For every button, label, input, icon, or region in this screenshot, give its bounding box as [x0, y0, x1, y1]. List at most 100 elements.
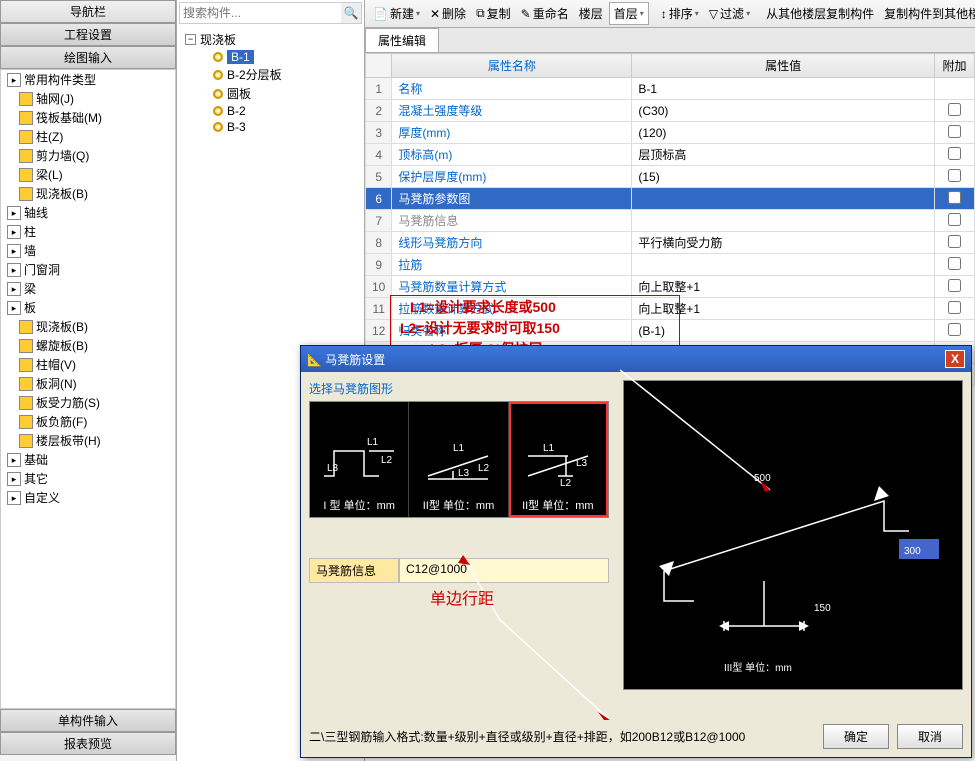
extra-checkbox[interactable] — [948, 213, 961, 226]
copy-button[interactable]: ⧉复制 — [472, 3, 515, 24]
property-value[interactable]: (C30) — [632, 100, 935, 122]
tree-item[interactable]: 柱(Z) — [1, 127, 175, 146]
draw-input-header[interactable]: 绘图输入 — [0, 46, 176, 69]
dialog-titlebar[interactable]: 📐 马凳筋设置 X — [301, 346, 971, 372]
cancel-button[interactable]: 取消 — [897, 724, 963, 749]
property-row[interactable]: 3厚度(mm)(120) — [366, 122, 975, 144]
tree-item[interactable]: 筏板基础(M) — [1, 108, 175, 127]
property-row[interactable]: 1名称B-1 — [366, 78, 975, 100]
extra-checkbox[interactable] — [948, 301, 961, 314]
extra-checkbox[interactable] — [948, 147, 961, 160]
row-number: 9 — [366, 254, 392, 276]
tree-item[interactable]: 现浇板(B) — [1, 317, 175, 336]
tree-item[interactable]: ▸墙 — [1, 241, 175, 260]
tree-item-label: 梁(L) — [36, 166, 63, 183]
property-value[interactable]: 平行横向受力筋 — [632, 232, 935, 254]
extra-checkbox[interactable] — [948, 191, 961, 204]
extra-checkbox[interactable] — [948, 323, 961, 336]
property-value[interactable]: 向上取整+1 — [632, 276, 935, 298]
property-value[interactable] — [632, 254, 935, 276]
tree-item[interactable]: ▸门窗洞 — [1, 260, 175, 279]
extra-checkbox[interactable] — [948, 257, 961, 270]
property-row[interactable]: 10马凳筋数量计算方式向上取整+1 — [366, 276, 975, 298]
property-row[interactable]: 7马凳筋信息 — [366, 210, 975, 232]
property-row[interactable]: 4顶标高(m)层顶标高 — [366, 144, 975, 166]
extra-checkbox[interactable] — [948, 103, 961, 116]
property-value[interactable] — [632, 210, 935, 232]
project-settings-header[interactable]: 工程设置 — [0, 23, 176, 46]
nav-header[interactable]: 导航栏 — [0, 0, 176, 23]
tree-item[interactable]: ▸基础 — [1, 450, 175, 469]
search-button[interactable]: 🔍 — [341, 3, 361, 23]
shape-type-2[interactable]: L1L3L2 II型 单位：mm — [409, 402, 508, 517]
tree-item[interactable]: 楼层板带(H) — [1, 431, 175, 450]
tree-item[interactable]: 柱帽(V) — [1, 355, 175, 374]
extra-checkbox[interactable] — [948, 279, 961, 292]
extra-checkbox[interactable] — [948, 169, 961, 182]
new-button[interactable]: 📄新建▾ — [369, 3, 424, 24]
shape-type-3[interactable]: L1L3L2 II型 单位：mm — [509, 402, 608, 517]
ok-button[interactable]: 确定 — [823, 724, 889, 749]
tree-item[interactable]: 轴网(J) — [1, 89, 175, 108]
property-row[interactable]: 5保护层厚度(mm)(15) — [366, 166, 975, 188]
single-component-header[interactable]: 单构件输入 — [0, 709, 176, 732]
property-value[interactable]: (15) — [632, 166, 935, 188]
copy-to-button[interactable]: 复制构件到其他楼层 — [880, 3, 975, 24]
report-preview-header[interactable]: 报表预览 — [0, 732, 176, 755]
property-value[interactable] — [632, 188, 935, 210]
floor-select[interactable]: 首层▾ — [609, 2, 649, 25]
component-item[interactable]: B-2 — [181, 103, 360, 119]
property-row[interactable]: 9拉筋 — [366, 254, 975, 276]
property-value[interactable]: 向上取整+1 — [632, 298, 935, 320]
close-button[interactable]: X — [945, 350, 965, 368]
property-value[interactable]: (B-1) — [632, 320, 935, 342]
new-icon: 📄 — [373, 7, 388, 21]
property-row[interactable]: 8线形马凳筋方向平行横向受力筋 — [366, 232, 975, 254]
component-item[interactable]: B-2分层板 — [181, 65, 360, 84]
sort-button[interactable]: ↕排序▾ — [657, 3, 703, 24]
tree-item[interactable]: 现浇板(B) — [1, 184, 175, 203]
rename-button[interactable]: ✎重命名 — [517, 3, 573, 24]
extra-checkbox[interactable] — [948, 235, 961, 248]
property-row[interactable]: 11拉筋数量计算方式向上取整+1 — [366, 298, 975, 320]
tree-item[interactable]: ▸轴线 — [1, 203, 175, 222]
property-row[interactable]: 12归类名称(B-1) — [366, 320, 975, 342]
row-number: 7 — [366, 210, 392, 232]
tab-property-edit[interactable]: 属性编辑 — [365, 28, 439, 52]
property-value[interactable]: 层顶标高 — [632, 144, 935, 166]
property-name: 马凳筋数量计算方式 — [392, 276, 632, 298]
property-value[interactable]: (120) — [632, 122, 935, 144]
strip-icon — [19, 434, 33, 448]
search-input[interactable] — [180, 3, 341, 23]
tree-item[interactable]: 板负筋(F) — [1, 412, 175, 431]
property-row[interactable]: 2混凝土强度等级(C30) — [366, 100, 975, 122]
delete-button[interactable]: ✕删除 — [426, 3, 470, 24]
tree-item[interactable]: 梁(L) — [1, 165, 175, 184]
tree-item[interactable]: ▸板 — [1, 298, 175, 317]
tree-item[interactable]: 螺旋板(B) — [1, 336, 175, 355]
svg-text:L3: L3 — [576, 458, 588, 469]
tree-item[interactable]: ▸自定义 — [1, 488, 175, 507]
component-item[interactable]: B-1 — [181, 49, 360, 65]
property-table: 属性名称 属性值 附加 1名称B-12混凝土强度等级(C30)3厚度(mm)(1… — [365, 53, 975, 386]
tree-item[interactable]: 板受力筋(S) — [1, 393, 175, 412]
property-value[interactable]: B-1 — [632, 78, 935, 100]
tree-item[interactable]: ▸柱 — [1, 222, 175, 241]
tree-item[interactable]: ▸梁 — [1, 279, 175, 298]
component-item[interactable]: B-3 — [181, 119, 360, 135]
filter-button[interactable]: ▽过滤▾ — [705, 3, 754, 24]
input-format-hint: 二\三型钢筋输入格式:数量+级别+直径或级别+直径+排距，如200B12或B12… — [309, 728, 815, 745]
tree-item[interactable]: 剪力墙(Q) — [1, 146, 175, 165]
shape-type-1[interactable]: L1L2L3 I 型 单位：mm — [310, 402, 409, 517]
component-root[interactable]: − 现浇板 — [181, 30, 360, 49]
component-item[interactable]: 圆板 — [181, 84, 360, 103]
tree-item[interactable]: ▸常用构件类型 — [1, 70, 175, 89]
info-value-input[interactable]: C12@1000 — [399, 558, 609, 583]
property-row[interactable]: 6马凳筋参数图 — [366, 188, 975, 210]
tree-item-label: 板 — [24, 299, 36, 316]
tree-item[interactable]: ▸其它 — [1, 469, 175, 488]
copy-from-button[interactable]: 从其他楼层复制构件 — [762, 3, 878, 24]
tree-item[interactable]: 板洞(N) — [1, 374, 175, 393]
extra-checkbox[interactable] — [948, 125, 961, 138]
collapse-icon[interactable]: − — [185, 34, 196, 45]
